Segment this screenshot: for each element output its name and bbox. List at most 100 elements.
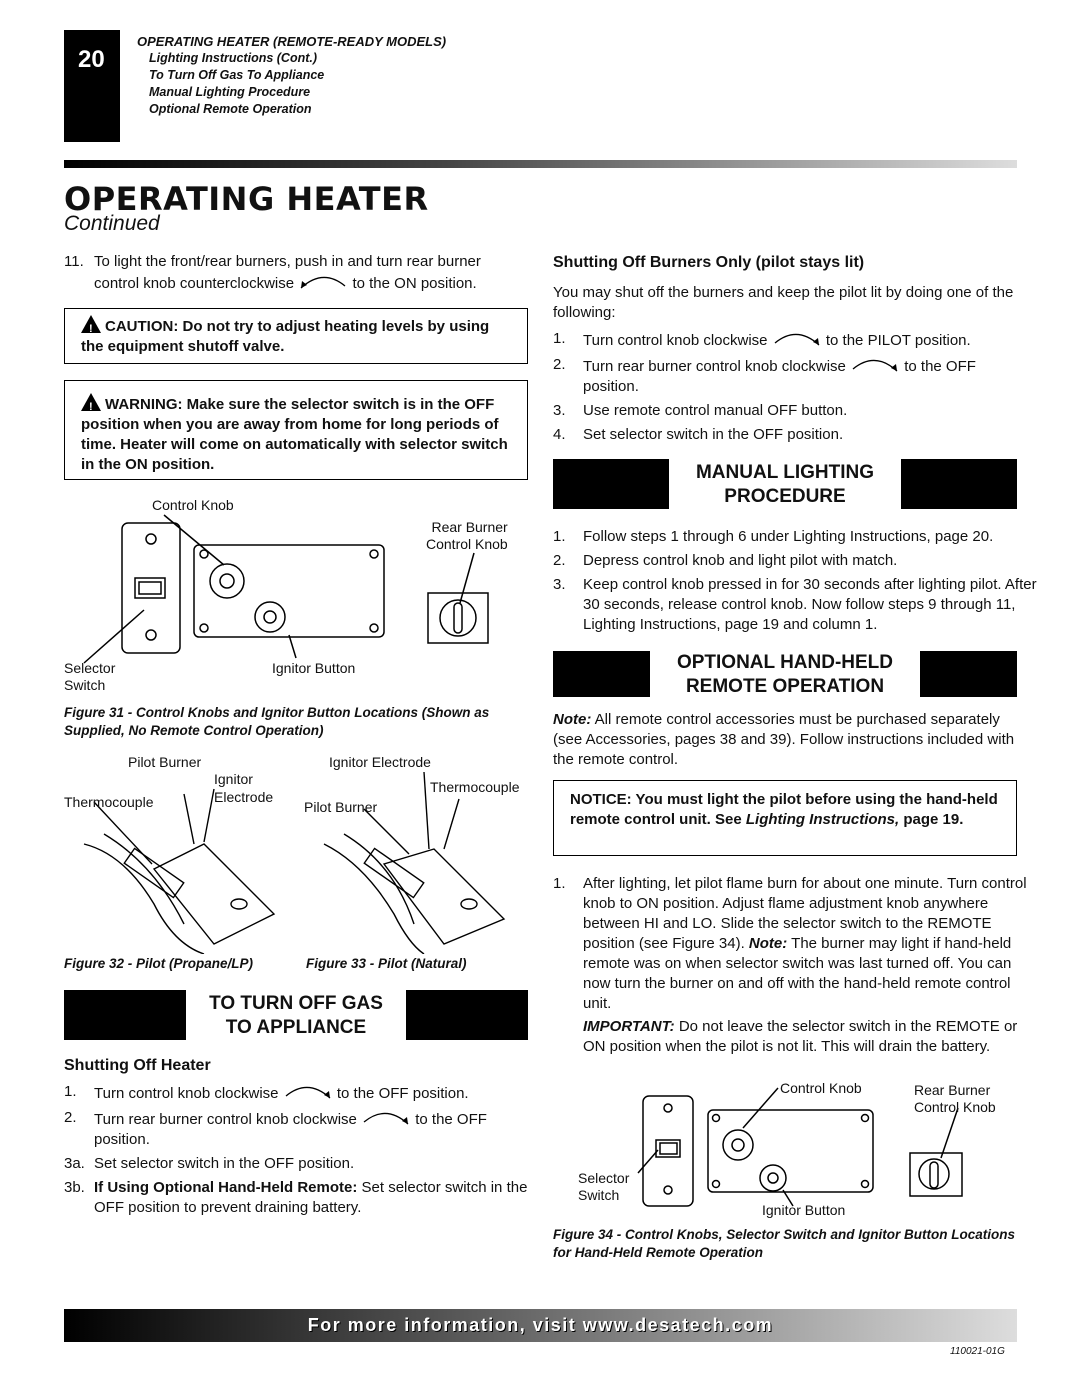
step-text: Keep control knob pressed in for 30 seco…: [583, 576, 1037, 633]
list-item: 3. Use remote control manual OFF button.: [553, 401, 1033, 421]
caution-text: CAUTION: Do not try to adjust heating le…: [81, 318, 490, 355]
step-number: 3.: [553, 402, 566, 419]
document-id: 110021-01G: [950, 1346, 1005, 1357]
label-line: Rear Burner: [914, 1082, 991, 1098]
label-rear-burner-control-knob: Rear Burner Control Knob: [914, 1082, 996, 1116]
burners-section: You may shut off the burners and keep th…: [553, 283, 1033, 445]
footer-banner: For more information, visit www.desatech…: [64, 1309, 1017, 1342]
step-text: Follow steps 1 through 6 under Lighting …: [583, 528, 994, 545]
notice-box: NOTICE: You must light the pilot before …: [553, 780, 1017, 856]
step-number: 1.: [64, 1083, 77, 1100]
label-pilot-burner: Pilot Burner: [304, 799, 378, 815]
heading-text: TO TURN OFF GAS TO APPLIANCE: [186, 990, 406, 1040]
heading-line: MANUAL LIGHTING: [695, 462, 875, 483]
subheading-shutting-off-heater: Shutting Off Heater: [64, 1057, 211, 1074]
step-text: Set selector switch in the OFF position.: [583, 426, 844, 443]
warning-text: WARNING: Make sure the selector switch i…: [81, 396, 508, 473]
important-label: IMPORTANT:: [583, 1018, 675, 1035]
caution-box: CAUTION: Do not try to adjust heating le…: [64, 308, 528, 364]
list-item: 3a. Set selector switch in the OFF positi…: [64, 1154, 534, 1174]
figure-31-caption: Figure 31 - Control Knobs and Ignitor Bu…: [64, 705, 490, 738]
step-number: 11.: [64, 253, 84, 270]
clockwise-arrow-icon: [772, 329, 822, 347]
label-ignitor-button: Ignitor Button: [762, 1202, 846, 1218]
warning-box: WARNING: Make sure the selector switch i…: [64, 380, 528, 480]
label-rear-burner-control-knob: Rear Burner Control Knob: [426, 519, 508, 553]
figure-34-caption: Figure 34 - Control Knobs, Selector Swit…: [553, 1227, 1016, 1260]
heading-text: OPTIONAL HAND-HELD REMOTE OPERATION: [650, 651, 920, 697]
list-item: 2. Turn rear burner control knob clockwis…: [64, 1108, 534, 1150]
heading-text: MANUAL LIGHTING PROCEDURE: [669, 459, 901, 509]
header-topic: Optional Remote Operation: [149, 102, 312, 116]
heading-line: TO APPLIANCE: [225, 1017, 367, 1038]
label-line: Rear Burner: [431, 519, 508, 535]
list-item: 4. Set selector switch in the OFF positio…: [553, 425, 1033, 445]
list-item: 3b. If Using Optional Hand-Held Remote: S…: [64, 1178, 534, 1218]
header-topic: To Turn Off Gas To Appliance: [149, 68, 325, 82]
label-line: Selector: [578, 1170, 630, 1186]
label-line: Switch: [578, 1187, 620, 1203]
step-text: to the PILOT position.: [825, 332, 971, 349]
note-text: All remote control accessories must be p…: [553, 711, 1015, 768]
subheading-shutting-off-burners: Shutting Off Burners Only (pilot stays l…: [553, 254, 865, 271]
header-section: OPERATING HEATER (REMOTE-READY MODELS): [137, 34, 447, 49]
list-item: 3. Keep control knob pressed in for 30 se…: [553, 575, 1038, 635]
manual-steps: 1. Follow steps 1 through 6 under Lightin…: [553, 527, 1038, 635]
step-text: to the OFF position.: [336, 1085, 469, 1102]
list-item: 1. Turn control knob clockwise to the PIL…: [553, 329, 1033, 351]
step-number: 3b.: [64, 1179, 85, 1196]
counterclockwise-arrow-icon: [298, 272, 348, 290]
label-electrode: Electrode: [214, 789, 274, 805]
page-number: 20: [64, 30, 120, 142]
step-number: 2.: [64, 1109, 77, 1126]
page-subtitle: Continued: [64, 212, 160, 235]
step-11: 11. To light the front/rear burners, pus…: [64, 252, 530, 294]
clockwise-arrow-icon: [283, 1082, 333, 1100]
remote-note: Note: All remote control accessories mus…: [553, 710, 1031, 770]
label-line: Control Knob: [426, 536, 508, 552]
warning-triangle-icon: [81, 315, 101, 339]
label-thermocouple: Thermocouple: [430, 779, 520, 795]
divider-bar: [64, 160, 1017, 168]
step-text: Set selector switch in the OFF position.: [94, 1155, 355, 1172]
step-text: Turn control knob clockwise: [583, 332, 768, 349]
list-item: 1. Follow steps 1 through 6 under Lightin…: [553, 527, 1038, 547]
label-pilot-burner: Pilot Burner: [128, 754, 202, 770]
heading-line: OPTIONAL HAND-HELD: [676, 652, 894, 673]
label-control-knob: Control Knob: [780, 1080, 862, 1096]
label-selector-switch: Selector Switch: [64, 660, 115, 694]
heading-line: REMOTE OPERATION: [685, 676, 885, 697]
label-selector-switch: Selector Switch: [578, 1170, 629, 1204]
label-control-knob: Control Knob: [152, 497, 234, 513]
header-topic: Lighting Instructions (Cont.): [149, 51, 318, 65]
step-number: 3a.: [64, 1155, 85, 1172]
intro-text: You may shut off the burners and keep th…: [553, 284, 1014, 321]
label-line: Switch: [64, 677, 106, 693]
step-number: 2.: [553, 552, 566, 569]
step-text: Turn rear burner control knob clockwise: [94, 1111, 357, 1128]
step-number: 1.: [553, 875, 566, 892]
step-number: 4.: [553, 426, 566, 443]
notice-text: page 19.: [903, 811, 964, 828]
list-item: 2. Depress control knob and light pilot w…: [553, 551, 1038, 571]
clockwise-arrow-icon: [850, 355, 900, 373]
section-heading-manual-lighting: MANUAL LIGHTING PROCEDURE: [553, 459, 1017, 509]
step-text: Turn control knob clockwise: [94, 1085, 279, 1102]
note-label: Note:: [553, 711, 592, 728]
label-thermocouple: Thermocouple: [64, 794, 154, 810]
figure-32-caption: Figure 32 - Pilot (Propane/LP): [64, 956, 254, 971]
important-note: IMPORTANT: Do not leave the selector swi…: [583, 1017, 1038, 1057]
step-text: Use remote control manual OFF button.: [583, 402, 848, 419]
figure-33-caption: Figure 33 - Pilot (Natural): [306, 956, 467, 971]
turn-off-steps: 1. Turn control knob clockwise to the OFF…: [64, 1082, 534, 1218]
step-text: to the ON position.: [352, 275, 477, 292]
section-heading-remote-operation: OPTIONAL HAND-HELD REMOTE OPERATION: [553, 651, 1017, 697]
heading-line: PROCEDURE: [724, 486, 846, 507]
clockwise-arrow-icon: [361, 1108, 411, 1126]
section-heading-turn-off-gas: TO TURN OFF GAS TO APPLIANCE: [64, 990, 528, 1040]
note-label: Note:: [748, 935, 788, 952]
step-text: Turn rear burner control knob clockwise: [583, 358, 846, 375]
label-ignitor-button: Ignitor Button: [272, 660, 356, 676]
figures-32-33: Pilot Burner Ignitor Electrode Thermocou…: [64, 754, 534, 955]
figure-31: Control Knob Rear Burner Control Knob Sel…: [64, 495, 528, 700]
